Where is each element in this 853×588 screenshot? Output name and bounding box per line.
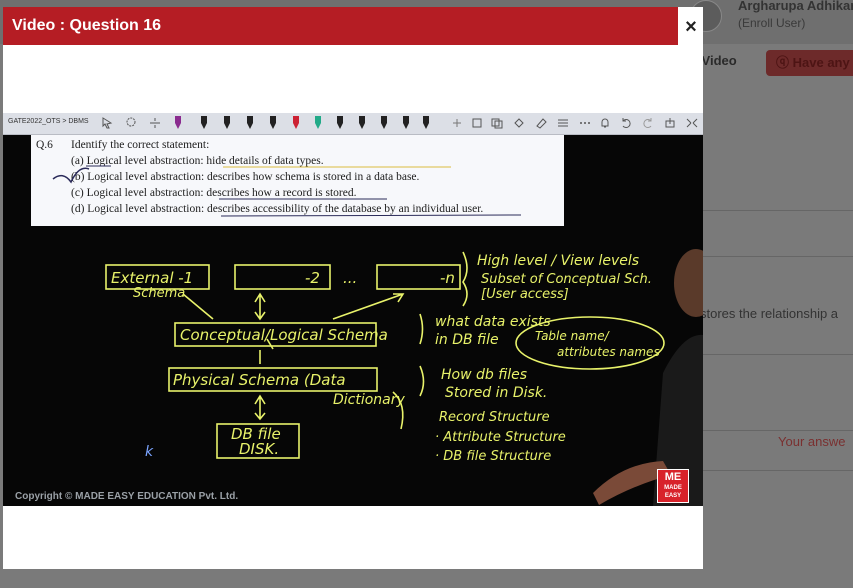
pen-black-icon	[403, 116, 409, 130]
svg-text:DISK.: DISK.	[239, 440, 279, 458]
toolbar-breadcrumb: GATE2022_OTS > DBMS	[8, 118, 89, 125]
lasso-icon	[126, 117, 136, 127]
pen-red-icon	[293, 116, 299, 130]
close-icon[interactable]: ×	[681, 16, 701, 38]
whiteboard-toolbar: GATE2022_OTS > DBMS	[3, 113, 703, 135]
svg-text:in DB file: in DB file	[435, 332, 499, 348]
svg-text:...: ...	[343, 269, 357, 287]
user-name: Argharupa Adhikari	[738, 0, 853, 13]
select-icon	[102, 117, 113, 129]
video-modal: Video : Question 16 × GATE2022_OTS > DBM…	[3, 7, 703, 569]
svg-text:Record Structure: Record Structure	[439, 410, 550, 425]
svg-text:[User access]: [User access]	[481, 287, 569, 302]
pen-black-icon	[337, 116, 343, 130]
divider	[703, 256, 853, 257]
svg-text:Dictionary: Dictionary	[333, 392, 406, 408]
share-icon	[665, 118, 675, 128]
divider	[703, 430, 853, 431]
pen-green-icon	[315, 116, 321, 130]
svg-text:· DB file Structure: · DB file Structure	[435, 449, 551, 464]
fill-icon	[514, 118, 524, 128]
pen-black-icon	[359, 116, 365, 130]
divider	[703, 354, 853, 355]
copyright-text: Copyright © MADE EASY EDUCATION Pvt. Ltd…	[15, 491, 239, 502]
grid-icon	[558, 119, 568, 127]
pen-selected-icon	[423, 116, 429, 130]
expand-icon	[686, 118, 698, 128]
layers-icon	[491, 118, 503, 129]
svg-text:Physical Schema (Data: Physical Schema (Data	[173, 371, 346, 389]
pen-black-icon	[224, 116, 230, 130]
svg-text:Schema: Schema	[133, 286, 185, 301]
split-icon	[150, 118, 160, 128]
svg-text:what data exists: what data exists	[435, 314, 551, 330]
video-player[interactable]: GATE2022_OTS > DBMS Q.6 Identify the cor…	[3, 113, 703, 506]
question-body-text: stores the relationship a	[700, 306, 839, 321]
pen-black-icon	[247, 116, 253, 130]
shape-icon	[472, 118, 482, 128]
svg-text:-n: -n	[440, 269, 455, 287]
svg-text:External -1: External -1	[111, 269, 193, 287]
undo-icon	[622, 118, 631, 128]
divider	[703, 210, 853, 211]
pen-black-icon	[381, 116, 387, 130]
eraser-icon	[536, 118, 547, 129]
bell-icon	[601, 118, 609, 128]
svg-text:· Attribute Structure: · Attribute Structure	[435, 430, 566, 445]
instructor-figure	[593, 249, 703, 506]
plus-icon	[453, 119, 461, 127]
doubt-button-label: Have any	[792, 55, 850, 70]
svg-text:Stored in Disk.: Stored in Disk.	[445, 385, 547, 401]
your-answer-label: Your answe	[778, 434, 846, 449]
divider	[703, 470, 853, 471]
svg-text:k: k	[145, 444, 154, 460]
svg-text:How db files: How db files	[441, 367, 527, 383]
svg-text:-2: -2	[305, 269, 320, 287]
svg-text:Conceptual/Logical Schema: Conceptual/Logical Schema	[180, 326, 388, 344]
more-icon	[580, 122, 590, 124]
modal-header: Video : Question 16	[3, 7, 678, 45]
have-any-doubt-button[interactable]: ⓠ Have any	[766, 50, 853, 76]
pen-purple-icon	[175, 116, 181, 130]
made-easy-logo: ME MADE EASY	[657, 469, 689, 503]
user-role: (Enroll User)	[738, 16, 806, 30]
doubt-icon: ⓠ	[776, 55, 793, 70]
redo-icon	[643, 118, 652, 128]
modal-title: Video : Question 16	[12, 17, 162, 34]
pen-black-icon	[201, 116, 207, 130]
pen-black-icon	[270, 116, 276, 130]
